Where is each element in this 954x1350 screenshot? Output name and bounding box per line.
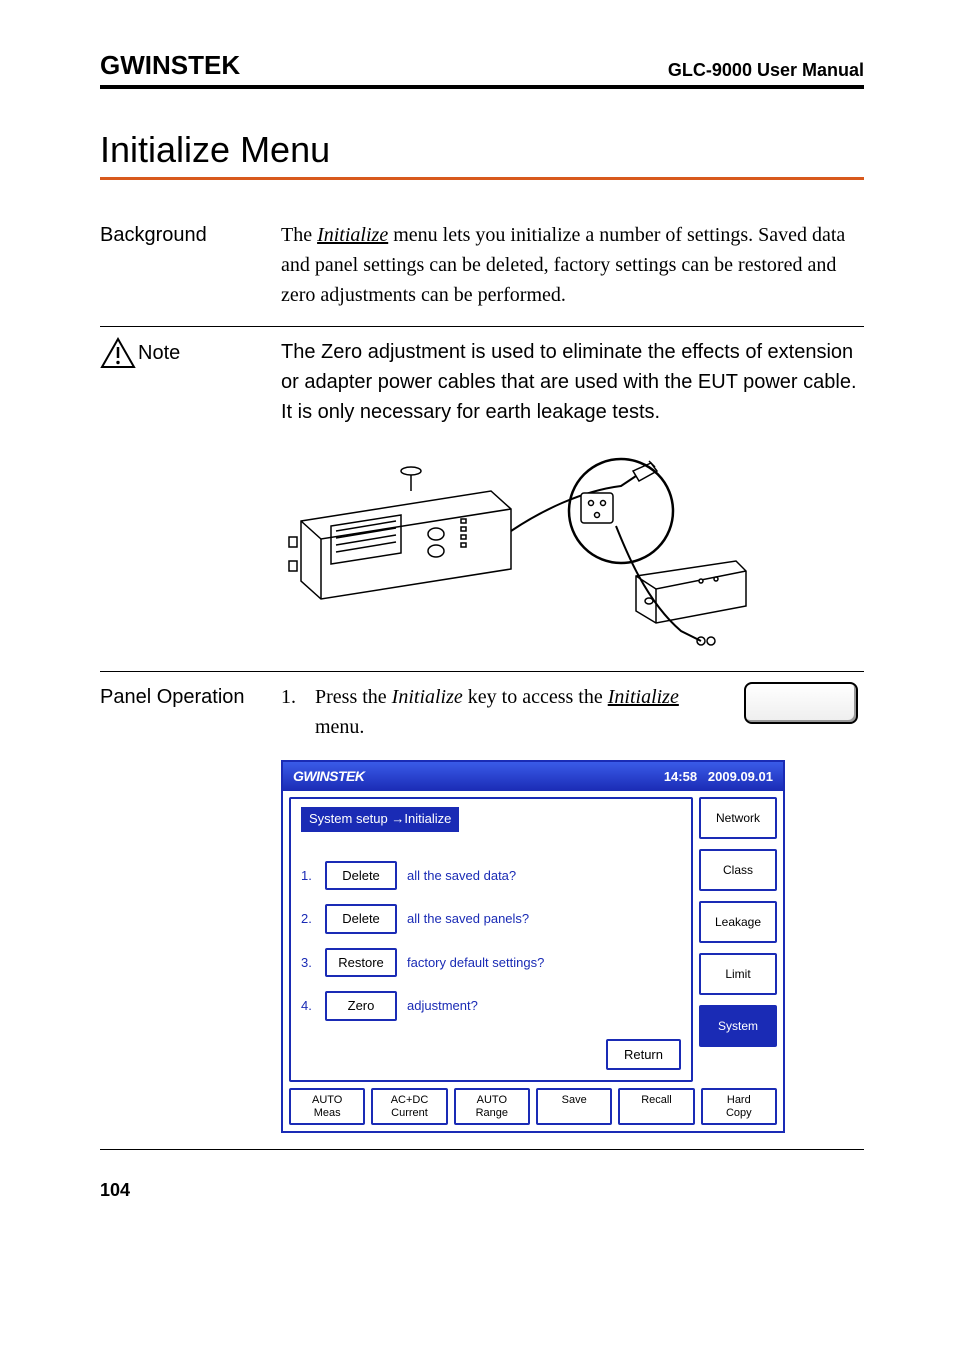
screenshot-time: 14:58: [664, 769, 697, 784]
warning-icon: [100, 337, 136, 369]
screenshot-brand: GWINSTEK: [293, 766, 364, 787]
zero-button[interactable]: Zero: [325, 991, 397, 1021]
step-text: Press the Initialize key to access the I…: [315, 682, 714, 742]
row-index: 2.: [301, 909, 315, 929]
row-label: adjustment?: [407, 996, 478, 1016]
note-text: The Zero adjustment is used to eliminate…: [281, 327, 864, 672]
bottom-auto-range-button[interactable]: AUTORange: [454, 1088, 530, 1125]
row-label: all the saved data?: [407, 866, 516, 886]
side-leakage-button[interactable]: Leakage: [699, 901, 777, 943]
row-label: factory default settings?: [407, 953, 544, 973]
bottom-auto-meas-button[interactable]: AUTOMeas: [289, 1088, 365, 1125]
side-system-button[interactable]: System: [699, 1005, 777, 1047]
manual-title: GLC-9000 User Manual: [668, 60, 864, 81]
background-text: The Initialize menu lets you initialize …: [281, 210, 864, 327]
side-class-button[interactable]: Class: [699, 849, 777, 891]
page-header: GWINSTEK GLC-9000 User Manual: [100, 50, 864, 89]
section-title: Initialize Menu: [100, 129, 864, 180]
panel-operation-label: Panel Operation: [100, 672, 281, 1150]
row-index: 3.: [301, 953, 315, 973]
bottom-save-button[interactable]: Save: [536, 1088, 612, 1125]
screenshot-date: 2009.09.01: [708, 769, 773, 784]
background-label: Background: [100, 210, 281, 327]
bottom-recall-button[interactable]: Recall: [618, 1088, 694, 1125]
bottom-hardcopy-button[interactable]: HardCopy: [701, 1088, 777, 1125]
delete-panels-button[interactable]: Delete: [325, 904, 397, 934]
brand-logo: GWINSTEK: [100, 50, 240, 81]
initialize-key-illustration: [744, 682, 858, 724]
side-limit-button[interactable]: Limit: [699, 953, 777, 995]
device-screenshot: GWINSTEK 14:58 2009.09.01 System setup →…: [281, 760, 785, 1133]
step-number: 1.: [281, 682, 301, 742]
row-index: 1.: [301, 866, 315, 886]
return-button[interactable]: Return: [606, 1039, 681, 1071]
note-label: Note: [100, 337, 180, 369]
row-index: 4.: [301, 996, 315, 1016]
delete-data-button[interactable]: Delete: [325, 861, 397, 891]
page-number: 104: [100, 1180, 864, 1201]
breadcrumb: System setup →Initialize: [301, 807, 459, 833]
device-diagram: [281, 441, 751, 651]
restore-button[interactable]: Restore: [325, 948, 397, 978]
bottom-acdc-current-button[interactable]: AC+DCCurrent: [371, 1088, 447, 1125]
row-label: all the saved panels?: [407, 909, 529, 929]
side-network-button[interactable]: Network: [699, 797, 777, 839]
